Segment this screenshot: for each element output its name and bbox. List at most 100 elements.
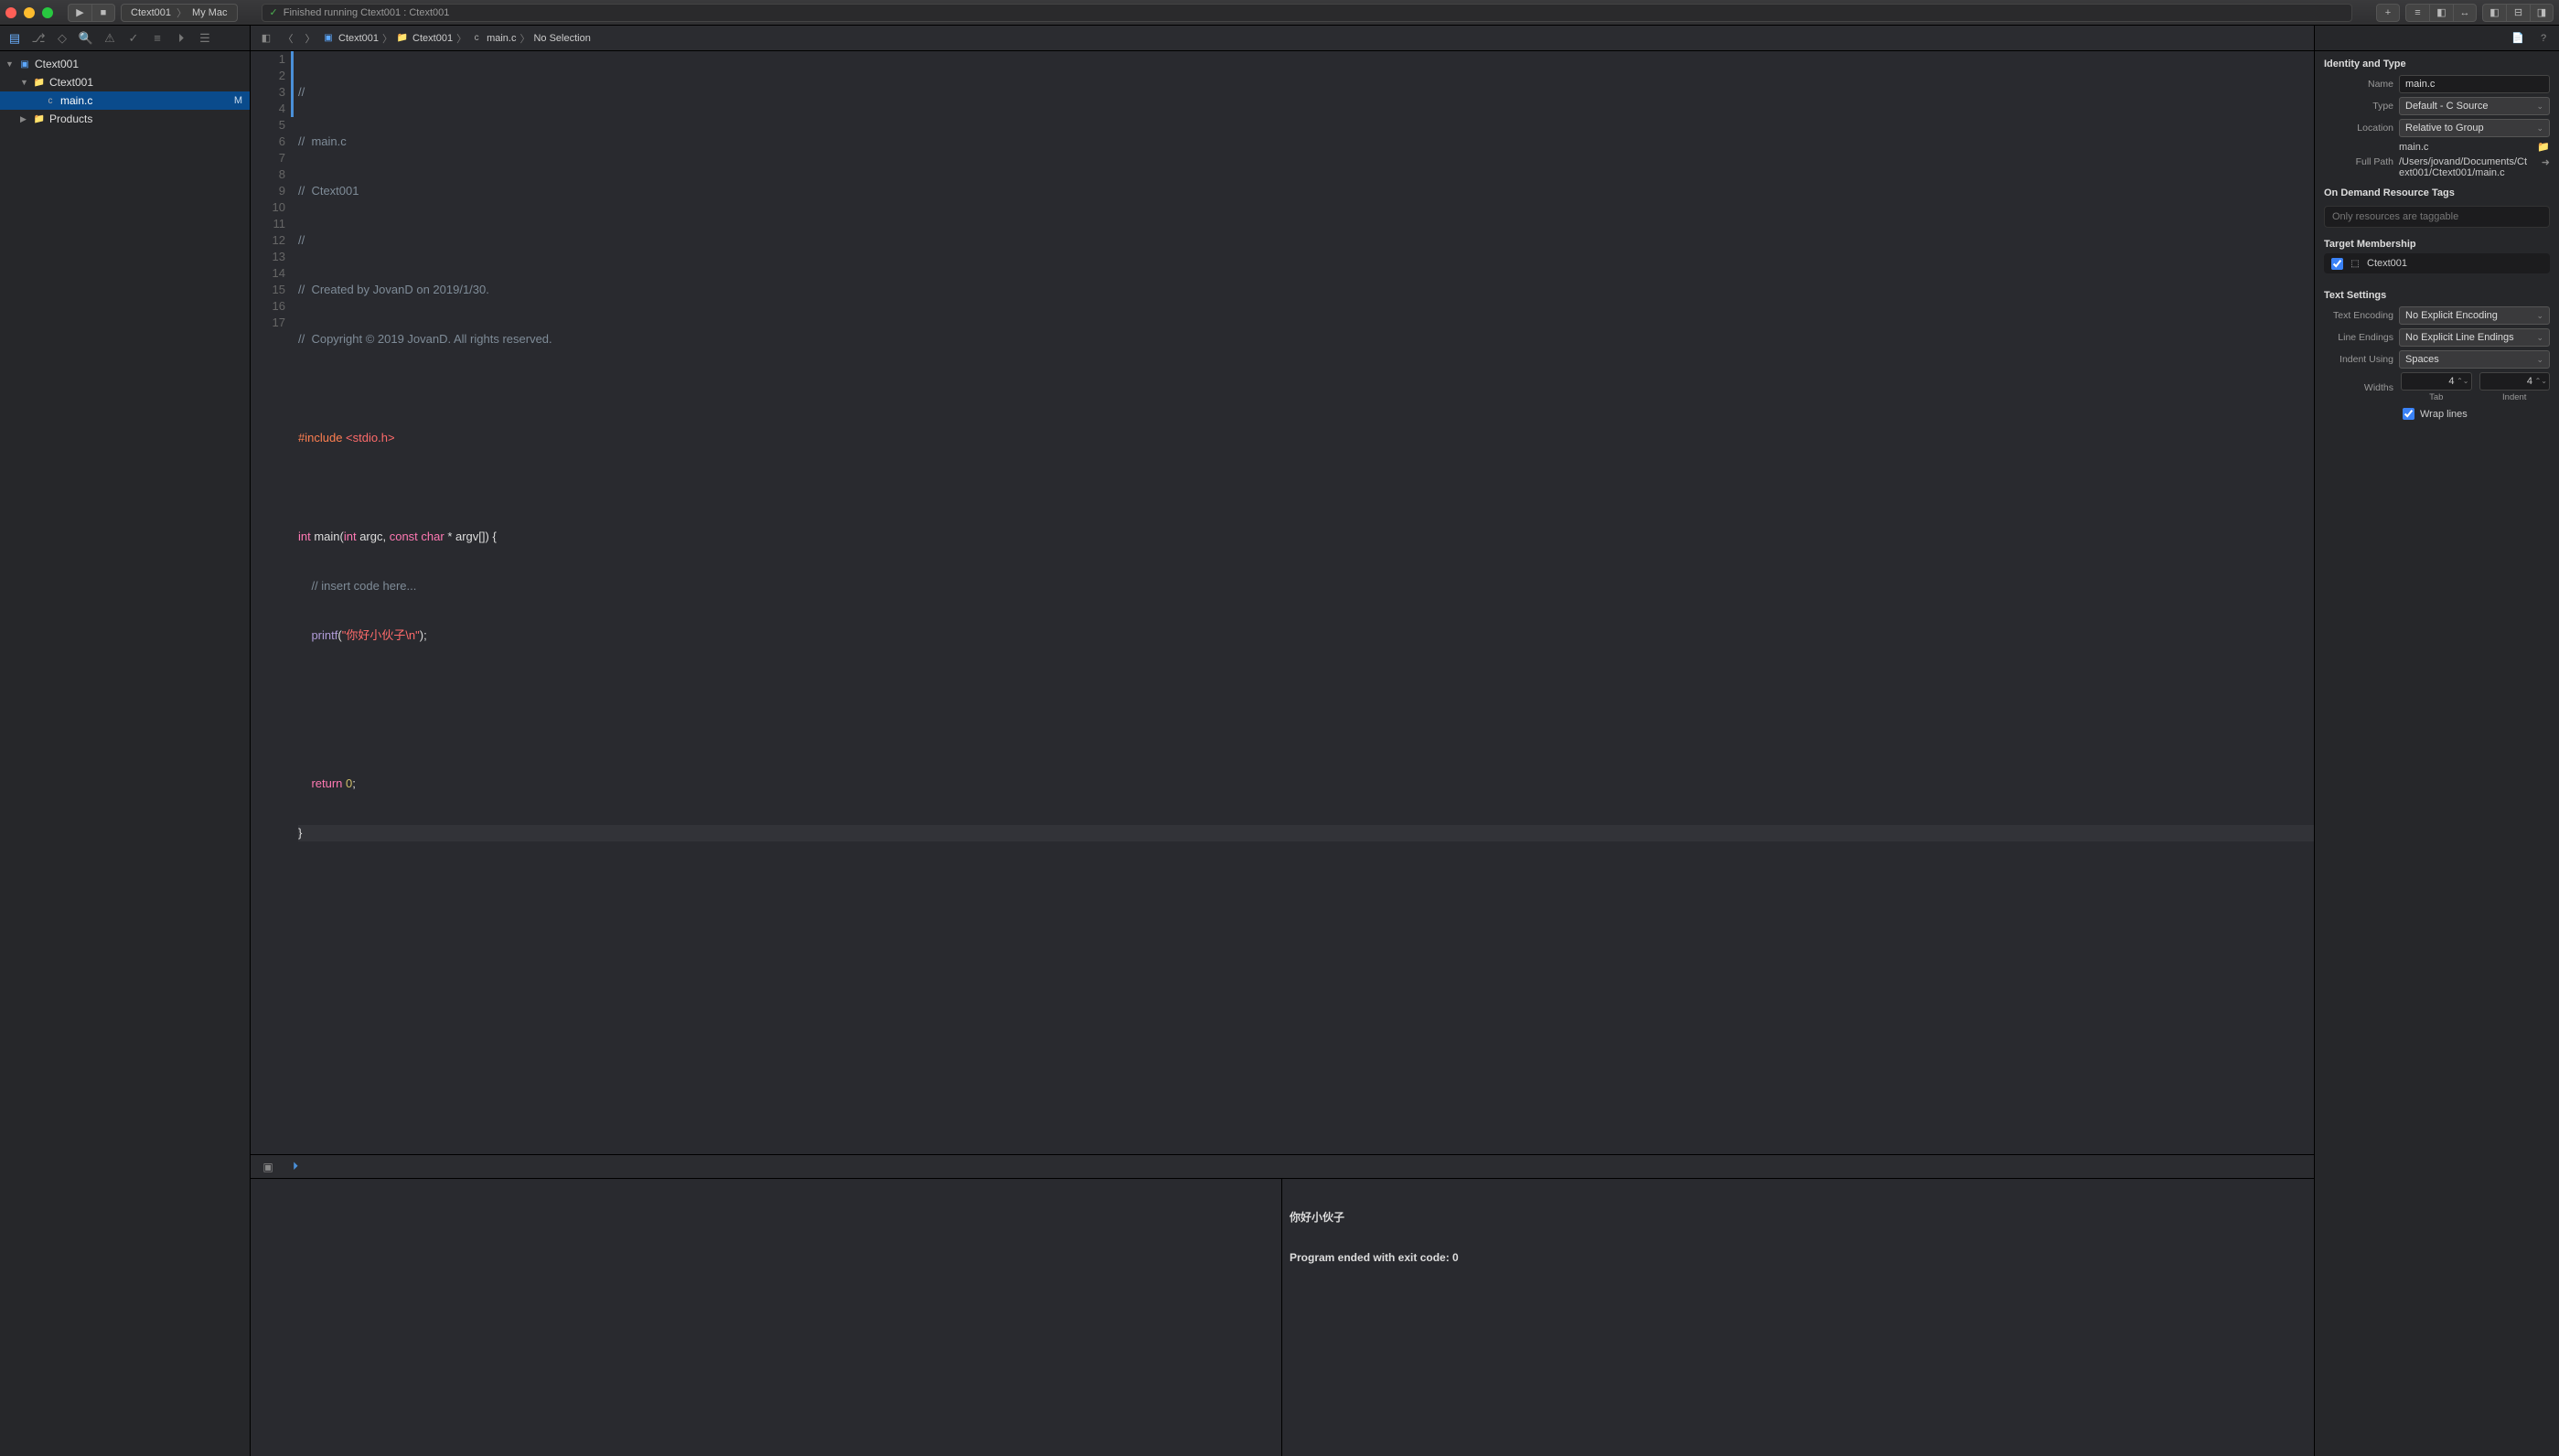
location-label: Location xyxy=(2324,123,2393,134)
fullpath-label: Full Path xyxy=(2324,156,2393,167)
minimize-button[interactable] xyxy=(24,7,35,18)
project-row[interactable]: ▼ ▣ Ctext001 xyxy=(0,55,250,73)
toggle-navigator-button[interactable]: ◧ xyxy=(2482,4,2506,22)
project-navigator-tab[interactable]: ▤ xyxy=(4,28,26,48)
folder-icon: 📁 xyxy=(396,32,409,45)
test-navigator-tab[interactable]: ✓ xyxy=(123,28,145,48)
debug-bar: ▣ ⏵ xyxy=(251,1155,2314,1179)
reveal-folder-icon[interactable]: 📁 xyxy=(2537,141,2550,153)
version-editor-button[interactable]: ↔ xyxy=(2453,4,2477,22)
debug-navigator-tab[interactable]: ≡ xyxy=(146,28,168,48)
status-ok-icon: ✓ xyxy=(270,6,278,18)
jump-bar: ◧ 〈 〉 ▣ Ctext001 〉 📁 Ctext001 〉 c main.c… xyxy=(251,26,2314,51)
report-navigator-tab[interactable]: ☰ xyxy=(194,28,216,48)
location-file: main.c xyxy=(2399,142,2528,153)
jump-selection[interactable]: No Selection xyxy=(533,33,590,44)
target-name: Ctext001 xyxy=(2367,258,2407,269)
group-row[interactable]: ▼ 📁 Ctext001 xyxy=(0,73,250,91)
indent-width-stepper[interactable]: 4 Indent xyxy=(2479,372,2551,402)
file-row[interactable]: c main.c M xyxy=(0,91,250,110)
odr-section-title: On Demand Resource Tags xyxy=(2315,180,2559,202)
type-label: Type xyxy=(2324,101,2393,112)
wrap-lines-checkbox[interactable] xyxy=(2403,408,2414,420)
zoom-button[interactable] xyxy=(42,7,53,18)
chevron-down-icon: ⌄ xyxy=(2536,333,2543,343)
find-navigator-tab[interactable]: 🔍 xyxy=(75,28,97,48)
target-icon: ⬚ xyxy=(2349,257,2361,270)
console-output-line: Program ended with exit code: 0 xyxy=(1290,1250,2307,1265)
chevron-down-icon: ⌄ xyxy=(2536,102,2543,112)
project-icon: ▣ xyxy=(18,58,31,70)
symbol-navigator-tab[interactable]: ◇ xyxy=(51,28,73,48)
activity-viewer: ✓ Finished running Ctext001 : Ctext001 xyxy=(262,4,2352,22)
breakpoints-button[interactable]: ⏵ xyxy=(285,1158,305,1176)
target-checkbox[interactable] xyxy=(2331,258,2343,270)
inspector: 📄 ? Identity and Type Name main.c Type D… xyxy=(2314,26,2559,1456)
jump-group[interactable]: 📁 Ctext001 xyxy=(396,32,453,45)
standard-editor-button[interactable]: ≡ xyxy=(2405,4,2429,22)
products-row[interactable]: ▶ 📁 Products xyxy=(0,110,250,128)
project-tree: ▼ ▣ Ctext001 ▼ 📁 Ctext001 c main.c M ▶ 📁 xyxy=(0,51,250,1456)
editor-area: ◧ 〈 〉 ▣ Ctext001 〉 📁 Ctext001 〉 c main.c… xyxy=(251,26,2314,1456)
back-button[interactable]: 〈 xyxy=(278,29,298,48)
toggle-debug-button[interactable]: ⊟ xyxy=(2506,4,2530,22)
name-label: Name xyxy=(2324,79,2393,90)
variables-pane[interactable] xyxy=(251,1179,1282,1456)
breakpoint-navigator-tab[interactable]: ⏵ xyxy=(170,28,192,48)
disclosure-icon[interactable]: ▼ xyxy=(5,59,15,69)
name-field[interactable]: main.c xyxy=(2399,75,2550,93)
jump-project[interactable]: ▣ Ctext001 xyxy=(322,32,379,45)
console-output-line: 你好小伙子 xyxy=(1290,1210,2307,1225)
library-button[interactable]: + xyxy=(2376,4,2400,22)
forward-button[interactable]: 〉 xyxy=(300,29,320,48)
line-endings-label: Line Endings xyxy=(2324,332,2393,343)
toolbar: ▶ ■ Ctext001 〉 My Mac ✓ Finished running… xyxy=(0,0,2559,26)
chevron-icon: 〉 xyxy=(382,31,392,46)
scheme-destination: My Mac xyxy=(192,7,228,18)
fullpath-value: /Users/jovand/Documents/Ctext001/Ctext00… xyxy=(2399,156,2532,178)
widths-label: Widths xyxy=(2324,382,2393,393)
source-control-navigator-tab[interactable]: ⎇ xyxy=(27,28,49,48)
folder-icon: 📁 xyxy=(33,76,46,89)
help-inspector-tab[interactable]: ? xyxy=(2533,29,2554,48)
project-icon: ▣ xyxy=(322,32,335,45)
chevron-down-icon: ⌄ xyxy=(2536,355,2543,365)
issue-navigator-tab[interactable]: ⚠ xyxy=(99,28,121,48)
location-select[interactable]: Relative to Group⌄ xyxy=(2399,119,2550,137)
toggle-debug-view-button[interactable]: ▣ xyxy=(258,1158,278,1176)
group-name: Ctext001 xyxy=(49,76,93,89)
identity-section-title: Identity and Type xyxy=(2315,51,2559,73)
disclosure-icon[interactable]: ▶ xyxy=(20,114,29,124)
encoding-select[interactable]: No Explicit Encoding⌄ xyxy=(2399,306,2550,325)
scheme-selector[interactable]: Ctext001 〉 My Mac xyxy=(121,4,238,22)
inspector-tabs: 📄 ? xyxy=(2315,26,2559,51)
console-pane[interactable]: 你好小伙子 Program ended with exit code: 0 xyxy=(1282,1179,2314,1456)
indent-using-select[interactable]: Spaces⌄ xyxy=(2399,350,2550,369)
chevron-icon: 〉 xyxy=(456,31,466,46)
run-button[interactable]: ▶ xyxy=(68,4,91,22)
close-button[interactable] xyxy=(5,7,16,18)
line-endings-select[interactable]: No Explicit Line Endings⌄ xyxy=(2399,328,2550,347)
tab-width-stepper[interactable]: 4 Tab xyxy=(2401,372,2472,402)
project-name: Ctext001 xyxy=(35,58,79,70)
stop-button[interactable]: ■ xyxy=(91,4,115,22)
navigator-tabs: ▤ ⎇ ◇ 🔍 ⚠ ✓ ≡ ⏵ ☰ xyxy=(0,26,250,51)
file-inspector-tab[interactable]: 📄 xyxy=(2508,29,2528,48)
navigator: ▤ ⎇ ◇ 🔍 ⚠ ✓ ≡ ⏵ ☰ ▼ ▣ Ctext001 ▼ 📁 xyxy=(0,26,251,1456)
products-name: Products xyxy=(49,112,92,125)
related-items-button[interactable]: ◧ xyxy=(256,29,276,48)
toggle-inspector-button[interactable]: ◨ xyxy=(2530,4,2554,22)
debug-area: ▣ ⏵ 你好小伙子 Program ended with exit code: … xyxy=(251,1154,2314,1456)
line-gutter: 123 456 789 101112 131415 1617 xyxy=(251,51,294,1154)
type-select[interactable]: Default - C Source⌄ xyxy=(2399,97,2550,115)
code-content[interactable]: // // main.c // Ctext001 // // Created b… xyxy=(294,51,2314,1154)
reveal-arrow-icon[interactable]: ➜ xyxy=(2542,156,2550,168)
jump-file[interactable]: c main.c xyxy=(470,32,516,45)
wrap-lines-label: Wrap lines xyxy=(2420,409,2468,420)
scm-badge: M xyxy=(234,95,242,106)
odr-tags-field: Only resources are taggable xyxy=(2324,206,2550,228)
code-editor[interactable]: 123 456 789 101112 131415 1617 // // mai… xyxy=(251,51,2314,1154)
folder-icon: 📁 xyxy=(33,112,46,125)
disclosure-icon[interactable]: ▼ xyxy=(20,78,29,87)
assistant-editor-button[interactable]: ◧ xyxy=(2429,4,2453,22)
